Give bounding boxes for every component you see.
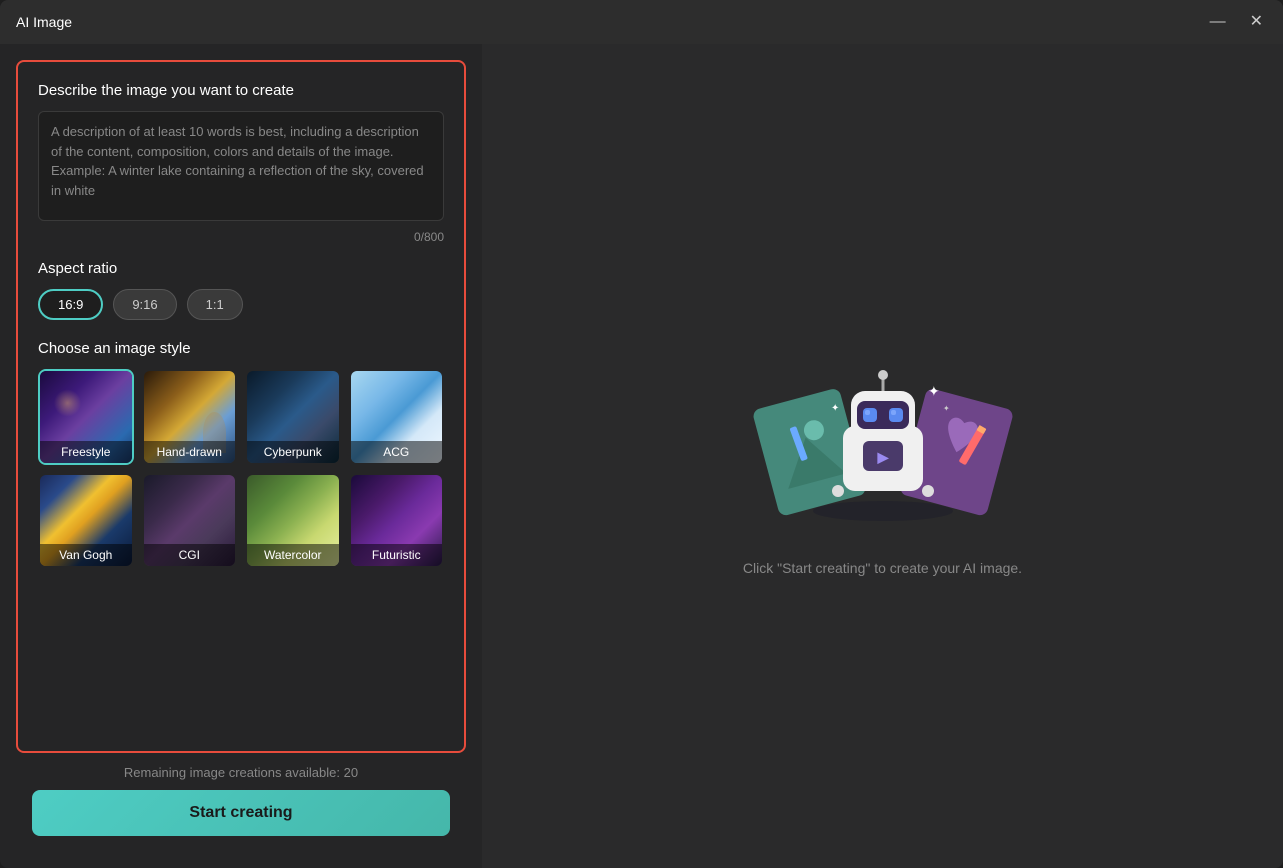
aspect-ratio-label: Aspect ratio <box>38 260 444 277</box>
style-label-watercolor: Watercolor <box>247 544 339 566</box>
style-futuristic[interactable]: Futuristic <box>349 473 445 569</box>
char-count: 0/800 <box>38 230 444 244</box>
aspect-ratio-buttons: 16:9 9:16 1:1 <box>38 289 444 320</box>
remaining-text: Remaining image creations available: 20 <box>32 765 450 780</box>
describe-label: Describe the image you want to create <box>38 82 444 99</box>
hint-text: Click "Start creating" to create your AI… <box>743 560 1022 576</box>
window-controls: — ✕ <box>1206 10 1267 34</box>
ar-btn-1-1[interactable]: 1:1 <box>187 289 243 320</box>
title-bar: AI Image — ✕ <box>0 0 1283 44</box>
window-title: AI Image <box>16 14 72 30</box>
svg-text:✦: ✦ <box>928 383 940 399</box>
style-label-futuristic: Futuristic <box>351 544 443 566</box>
right-panel: ▶ ✦ ✦ ✦ Click "Start creat <box>482 44 1283 868</box>
style-label-freestyle: Freestyle <box>40 441 132 463</box>
style-cgi[interactable]: CGI <box>142 473 238 569</box>
style-label-acg: ACG <box>351 441 443 463</box>
style-label-handdrawn: Hand-drawn <box>144 441 236 463</box>
minimize-button[interactable]: — <box>1206 10 1230 34</box>
svg-text:✦: ✦ <box>831 403 839 414</box>
close-button[interactable]: ✕ <box>1246 10 1267 34</box>
svg-text:▶: ▶ <box>876 449 889 465</box>
bottom-area: Remaining image creations available: 20 … <box>16 753 466 852</box>
image-style-label: Choose an image style <box>38 340 444 357</box>
style-grid: Freestyle Hand-drawn Cyberpunk ACG <box>38 369 444 568</box>
style-acg[interactable]: ACG <box>349 369 445 465</box>
style-vangogh[interactable]: Van Gogh <box>38 473 134 569</box>
ai-image-window: AI Image — ✕ Describe the image you want… <box>0 0 1283 868</box>
svg-text:✦: ✦ <box>943 404 950 413</box>
style-watercolor[interactable]: Watercolor <box>245 473 341 569</box>
ar-btn-16-9[interactable]: 16:9 <box>38 289 103 320</box>
form-section: Describe the image you want to create 0/… <box>16 60 466 753</box>
style-freestyle[interactable]: Freestyle <box>38 369 134 465</box>
ai-illustration: ▶ ✦ ✦ ✦ <box>743 336 1023 536</box>
ar-btn-9-16[interactable]: 9:16 <box>113 289 176 320</box>
style-cyberpunk[interactable]: Cyberpunk <box>245 369 341 465</box>
main-content: Describe the image you want to create 0/… <box>0 44 1283 868</box>
style-label-cgi: CGI <box>144 544 236 566</box>
description-textarea[interactable] <box>38 111 444 221</box>
style-handdrawn[interactable]: Hand-drawn <box>142 369 238 465</box>
style-label-cyberpunk: Cyberpunk <box>247 441 339 463</box>
start-creating-button[interactable]: Start creating <box>32 790 450 836</box>
left-panel: Describe the image you want to create 0/… <box>0 44 482 868</box>
style-label-vangogh: Van Gogh <box>40 544 132 566</box>
